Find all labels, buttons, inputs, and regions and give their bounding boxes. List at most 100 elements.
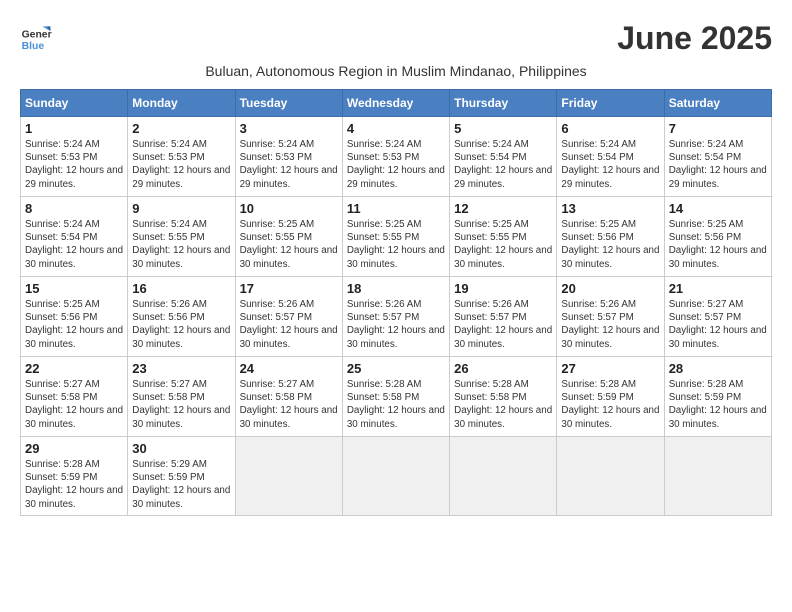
day-number: 6: [561, 121, 659, 136]
day-cell-3: 3 Sunrise: 5:24 AM Sunset: 5:53 PM Dayli…: [235, 117, 342, 197]
empty-cell: [235, 437, 342, 516]
day-cell-1: 1 Sunrise: 5:24 AM Sunset: 5:53 PM Dayli…: [21, 117, 128, 197]
svg-text:General: General: [22, 30, 52, 41]
day-cell-26: 26 Sunrise: 5:28 AM Sunset: 5:58 PM Dayl…: [450, 357, 557, 437]
day-number: 28: [669, 361, 767, 376]
day-number: 5: [454, 121, 552, 136]
column-header-saturday: Saturday: [664, 90, 771, 117]
column-header-monday: Monday: [128, 90, 235, 117]
day-info: Sunrise: 5:24 AM Sunset: 5:54 PM Dayligh…: [454, 138, 552, 191]
day-info: Sunrise: 5:27 AM Sunset: 5:57 PM Dayligh…: [669, 298, 767, 351]
day-info: Sunrise: 5:24 AM Sunset: 5:54 PM Dayligh…: [669, 138, 767, 191]
day-cell-2: 2 Sunrise: 5:24 AM Sunset: 5:53 PM Dayli…: [128, 117, 235, 197]
day-info: Sunrise: 5:26 AM Sunset: 5:57 PM Dayligh…: [454, 298, 552, 351]
day-number: 18: [347, 281, 445, 296]
day-number: 4: [347, 121, 445, 136]
day-info: Sunrise: 5:28 AM Sunset: 5:59 PM Dayligh…: [25, 458, 123, 511]
day-info: Sunrise: 5:25 AM Sunset: 5:55 PM Dayligh…: [454, 218, 552, 271]
day-number: 24: [240, 361, 338, 376]
day-cell-15: 15 Sunrise: 5:25 AM Sunset: 5:56 PM Dayl…: [21, 277, 128, 357]
day-number: 25: [347, 361, 445, 376]
calendar-header-row: SundayMondayTuesdayWednesdayThursdayFrid…: [21, 90, 772, 117]
empty-cell: [664, 437, 771, 516]
day-info: Sunrise: 5:25 AM Sunset: 5:55 PM Dayligh…: [240, 218, 338, 271]
logo-icon: General Blue: [20, 20, 52, 52]
day-cell-17: 17 Sunrise: 5:26 AM Sunset: 5:57 PM Dayl…: [235, 277, 342, 357]
day-cell-21: 21 Sunrise: 5:27 AM Sunset: 5:57 PM Dayl…: [664, 277, 771, 357]
day-cell-29: 29 Sunrise: 5:28 AM Sunset: 5:59 PM Dayl…: [21, 437, 128, 516]
page-subtitle: Buluan, Autonomous Region in Muslim Mind…: [20, 63, 772, 79]
day-number: 29: [25, 441, 123, 456]
day-info: Sunrise: 5:26 AM Sunset: 5:57 PM Dayligh…: [561, 298, 659, 351]
day-info: Sunrise: 5:24 AM Sunset: 5:53 PM Dayligh…: [240, 138, 338, 191]
day-info: Sunrise: 5:24 AM Sunset: 5:53 PM Dayligh…: [347, 138, 445, 191]
day-number: 1: [25, 121, 123, 136]
calendar-week-5: 29 Sunrise: 5:28 AM Sunset: 5:59 PM Dayl…: [21, 437, 772, 516]
day-info: Sunrise: 5:25 AM Sunset: 5:55 PM Dayligh…: [347, 218, 445, 271]
day-cell-13: 13 Sunrise: 5:25 AM Sunset: 5:56 PM Dayl…: [557, 197, 664, 277]
day-cell-19: 19 Sunrise: 5:26 AM Sunset: 5:57 PM Dayl…: [450, 277, 557, 357]
day-number: 27: [561, 361, 659, 376]
day-cell-27: 27 Sunrise: 5:28 AM Sunset: 5:59 PM Dayl…: [557, 357, 664, 437]
day-number: 9: [132, 201, 230, 216]
svg-text:Blue: Blue: [22, 41, 45, 52]
day-info: Sunrise: 5:26 AM Sunset: 5:57 PM Dayligh…: [347, 298, 445, 351]
calendar-week-2: 8 Sunrise: 5:24 AM Sunset: 5:54 PM Dayli…: [21, 197, 772, 277]
column-header-tuesday: Tuesday: [235, 90, 342, 117]
day-number: 16: [132, 281, 230, 296]
day-number: 12: [454, 201, 552, 216]
empty-cell: [450, 437, 557, 516]
day-cell-24: 24 Sunrise: 5:27 AM Sunset: 5:58 PM Dayl…: [235, 357, 342, 437]
day-cell-30: 30 Sunrise: 5:29 AM Sunset: 5:59 PM Dayl…: [128, 437, 235, 516]
day-number: 13: [561, 201, 659, 216]
day-cell-7: 7 Sunrise: 5:24 AM Sunset: 5:54 PM Dayli…: [664, 117, 771, 197]
column-header-friday: Friday: [557, 90, 664, 117]
day-info: Sunrise: 5:24 AM Sunset: 5:53 PM Dayligh…: [132, 138, 230, 191]
day-info: Sunrise: 5:25 AM Sunset: 5:56 PM Dayligh…: [561, 218, 659, 271]
day-info: Sunrise: 5:29 AM Sunset: 5:59 PM Dayligh…: [132, 458, 230, 511]
day-cell-5: 5 Sunrise: 5:24 AM Sunset: 5:54 PM Dayli…: [450, 117, 557, 197]
day-number: 26: [454, 361, 552, 376]
day-cell-8: 8 Sunrise: 5:24 AM Sunset: 5:54 PM Dayli…: [21, 197, 128, 277]
day-number: 15: [25, 281, 123, 296]
day-info: Sunrise: 5:28 AM Sunset: 5:58 PM Dayligh…: [347, 378, 445, 431]
day-info: Sunrise: 5:27 AM Sunset: 5:58 PM Dayligh…: [132, 378, 230, 431]
day-number: 2: [132, 121, 230, 136]
day-cell-10: 10 Sunrise: 5:25 AM Sunset: 5:55 PM Dayl…: [235, 197, 342, 277]
calendar-table: SundayMondayTuesdayWednesdayThursdayFrid…: [20, 89, 772, 516]
day-info: Sunrise: 5:28 AM Sunset: 5:59 PM Dayligh…: [561, 378, 659, 431]
month-title: June 2025: [617, 20, 772, 57]
day-number: 14: [669, 201, 767, 216]
day-number: 10: [240, 201, 338, 216]
day-info: Sunrise: 5:27 AM Sunset: 5:58 PM Dayligh…: [240, 378, 338, 431]
empty-cell: [342, 437, 449, 516]
day-cell-12: 12 Sunrise: 5:25 AM Sunset: 5:55 PM Dayl…: [450, 197, 557, 277]
day-info: Sunrise: 5:28 AM Sunset: 5:58 PM Dayligh…: [454, 378, 552, 431]
day-info: Sunrise: 5:24 AM Sunset: 5:53 PM Dayligh…: [25, 138, 123, 191]
day-number: 3: [240, 121, 338, 136]
header: General Blue June 2025: [20, 20, 772, 57]
day-cell-25: 25 Sunrise: 5:28 AM Sunset: 5:58 PM Dayl…: [342, 357, 449, 437]
day-number: 17: [240, 281, 338, 296]
day-info: Sunrise: 5:27 AM Sunset: 5:58 PM Dayligh…: [25, 378, 123, 431]
day-number: 19: [454, 281, 552, 296]
calendar-week-4: 22 Sunrise: 5:27 AM Sunset: 5:58 PM Dayl…: [21, 357, 772, 437]
day-info: Sunrise: 5:26 AM Sunset: 5:57 PM Dayligh…: [240, 298, 338, 351]
logo: General Blue: [20, 20, 52, 52]
calendar-week-3: 15 Sunrise: 5:25 AM Sunset: 5:56 PM Dayl…: [21, 277, 772, 357]
day-cell-22: 22 Sunrise: 5:27 AM Sunset: 5:58 PM Dayl…: [21, 357, 128, 437]
day-number: 22: [25, 361, 123, 376]
day-cell-11: 11 Sunrise: 5:25 AM Sunset: 5:55 PM Dayl…: [342, 197, 449, 277]
day-number: 20: [561, 281, 659, 296]
day-number: 11: [347, 201, 445, 216]
day-cell-20: 20 Sunrise: 5:26 AM Sunset: 5:57 PM Dayl…: [557, 277, 664, 357]
day-cell-16: 16 Sunrise: 5:26 AM Sunset: 5:56 PM Dayl…: [128, 277, 235, 357]
day-cell-6: 6 Sunrise: 5:24 AM Sunset: 5:54 PM Dayli…: [557, 117, 664, 197]
day-info: Sunrise: 5:24 AM Sunset: 5:54 PM Dayligh…: [561, 138, 659, 191]
column-header-thursday: Thursday: [450, 90, 557, 117]
day-cell-4: 4 Sunrise: 5:24 AM Sunset: 5:53 PM Dayli…: [342, 117, 449, 197]
calendar-week-1: 1 Sunrise: 5:24 AM Sunset: 5:53 PM Dayli…: [21, 117, 772, 197]
day-cell-14: 14 Sunrise: 5:25 AM Sunset: 5:56 PM Dayl…: [664, 197, 771, 277]
day-info: Sunrise: 5:28 AM Sunset: 5:59 PM Dayligh…: [669, 378, 767, 431]
day-cell-9: 9 Sunrise: 5:24 AM Sunset: 5:55 PM Dayli…: [128, 197, 235, 277]
